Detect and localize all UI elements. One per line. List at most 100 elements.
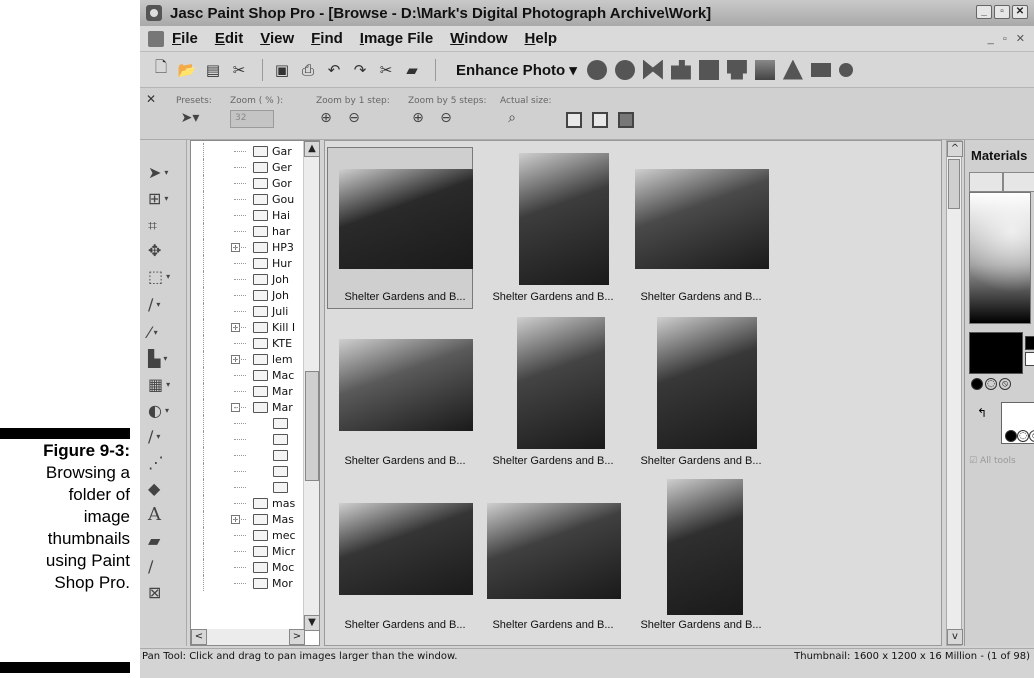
undo-icon[interactable]: ↶ [323,59,345,81]
sphere-tool-icon[interactable] [614,59,635,80]
no-color-icon[interactable]: ⦸ [1029,430,1034,442]
thumbnail-item[interactable]: Shelter Gardens and B... [479,313,627,473]
color-spectrum[interactable] [969,192,1031,324]
zoom-in-5-icon[interactable]: ⊕ [408,110,428,128]
red-eye-icon[interactable]: ▙ ▾ [148,348,178,368]
clone-icon[interactable]: ◐ ▾ [148,400,178,420]
menu-view[interactable]: View [260,30,294,47]
menu-help[interactable]: Help [525,30,558,47]
paint-brush-icon[interactable]: ▦ ▾ [148,374,178,394]
warp-icon[interactable]: ⊠ [148,582,178,602]
thumbnail-image[interactable] [517,317,605,449]
pen-icon[interactable]: ∕ [148,556,178,576]
tab-swatches-icon[interactable] [1003,172,1034,192]
tree-vertical-scrollbar[interactable]: ▲ ▼ [303,141,319,631]
tree-folder-item[interactable]: Moc [191,559,305,575]
thumbnail-item[interactable]: Shelter Gardens and B... [331,477,479,637]
document-icon[interactable] [148,30,164,47]
zoom-icon[interactable]: ⊞ ▾ [148,188,178,208]
crop-icon[interactable]: ⌗ [148,216,178,236]
close-button[interactable]: ✕ [1012,5,1028,19]
pan-icon[interactable]: ➤ ▾ [148,162,178,182]
tree-folder-item[interactable]: Mor [191,575,305,591]
thumbnail-image[interactable] [667,479,743,615]
redo-icon[interactable]: ↷ [349,59,371,81]
thumbnail-image[interactable] [339,339,473,431]
zoom-out-1-icon[interactable]: ⊖ [344,110,364,128]
thumbnail-item[interactable]: Shelter Gardens and B... [479,477,627,637]
thumbnail-item[interactable]: Shelter Gardens and B... [627,477,775,637]
zoom-in-1-icon[interactable]: ⊕ [316,110,336,128]
zoom-out-5-icon[interactable]: ⊖ [436,110,456,128]
tree-folder-item[interactable]: Gar [191,143,305,159]
tree-folder-item[interactable]: + Mas [191,511,305,527]
dropper-icon[interactable]: ∕ ▾ [148,294,178,314]
actual-size-icon[interactable]: ⌕ [502,110,522,128]
tree-folder-item[interactable]: + lem [191,351,305,367]
tree-horizontal-scrollbar[interactable]: < > [191,629,305,645]
thumbnail-image[interactable] [339,169,473,269]
tree-folder-item[interactable]: Hai [191,207,305,223]
text-icon[interactable]: A [148,504,178,525]
scroll-down-icon[interactable]: ▼ [304,615,319,631]
tree-folder-item[interactable] [191,463,305,479]
ellipse-icon[interactable] [838,62,853,77]
clone-stamp-icon[interactable] [670,59,691,80]
tree-folder-item[interactable]: Micr [191,543,305,559]
menu-image-file[interactable]: Image File [360,30,433,47]
cut-icon[interactable]: ✂ [375,59,397,81]
no-color-icon[interactable]: ⦸ [999,378,1011,390]
menu-file[interactable]: File [172,30,198,47]
maximize-button[interactable]: ▫ [994,5,1010,19]
butterfly-tool-icon[interactable] [642,59,663,80]
enhance-photo-button[interactable]: Enhance Photo ▾ [456,61,577,79]
selection-icon[interactable]: ⬚ ▾ [148,266,178,286]
tree-folder-item[interactable]: Juli [191,303,305,319]
triangle-icon[interactable] [782,59,803,80]
thumbnail-item[interactable]: Shelter Gardens and B... [627,149,775,309]
tree-folder-item[interactable]: Joh [191,271,305,287]
picture-tube-icon[interactable] [754,59,775,80]
mdi-controls[interactable]: _ ▫ ✕ [988,32,1028,45]
tree-folder-item[interactable]: Ger [191,159,305,175]
background-mini-swatch[interactable] [1025,352,1034,366]
pan-preset-icon[interactable]: ➤▾ [180,110,200,128]
save-icon[interactable]: ▣ [271,59,293,81]
thumbnail-item[interactable]: Shelter Gardens and B... [479,149,627,309]
shape-icon[interactable]: ▰ [148,530,178,550]
tree-folder-item[interactable] [191,447,305,463]
thumbnail-image[interactable] [635,169,769,269]
solid-color-icon[interactable] [971,378,983,390]
thumbnail-image[interactable] [339,503,473,595]
thumbnail-image[interactable] [519,153,609,285]
tree-folder-item[interactable]: Mac [191,367,305,383]
fit-window-icon[interactable] [566,112,582,128]
tree-folder-item[interactable]: Gou [191,191,305,207]
scroll-up-icon[interactable]: ^ [947,141,963,157]
tree-folder-item[interactable]: mec [191,527,305,543]
tree-folder-item[interactable] [191,479,305,495]
thumbnail-vertical-scrollbar[interactable]: ^ v [946,140,963,646]
swap-colors-icon[interactable]: ↰ [977,406,987,420]
paste-icon[interactable]: ▰ [401,59,423,81]
browse-icon[interactable]: ▤ [202,59,224,81]
frame-icon[interactable] [726,59,747,80]
tree-folder-item[interactable]: Hur [191,255,305,271]
tree-folder-item[interactable]: mas [191,495,305,511]
eraser-icon[interactable]: ∕ ▾ [148,426,178,446]
thumbnail-item[interactable]: Shelter Gardens and B... [327,147,479,309]
thumbnail-image[interactable] [487,503,621,599]
scroll-left-icon[interactable]: < [191,629,207,645]
filter-icon[interactable] [698,59,719,80]
fit-image-icon[interactable] [592,112,608,128]
airbrush-icon[interactable]: ⋰ [148,452,178,472]
zoom-percent-input[interactable]: 32 [230,110,274,128]
foreground-swatch[interactable] [969,332,1023,374]
open-icon[interactable]: 📂 [176,59,198,81]
tree-folder-item[interactable]: Mar [191,383,305,399]
new-icon[interactable]: 🗋 [150,58,172,81]
tree-folder-item[interactable]: - Mar [191,399,305,415]
circle-tool-icon[interactable] [586,59,607,80]
tree-folder-item[interactable] [191,415,305,431]
straighten-icon[interactable]: ⁄ ▾ [148,322,178,342]
